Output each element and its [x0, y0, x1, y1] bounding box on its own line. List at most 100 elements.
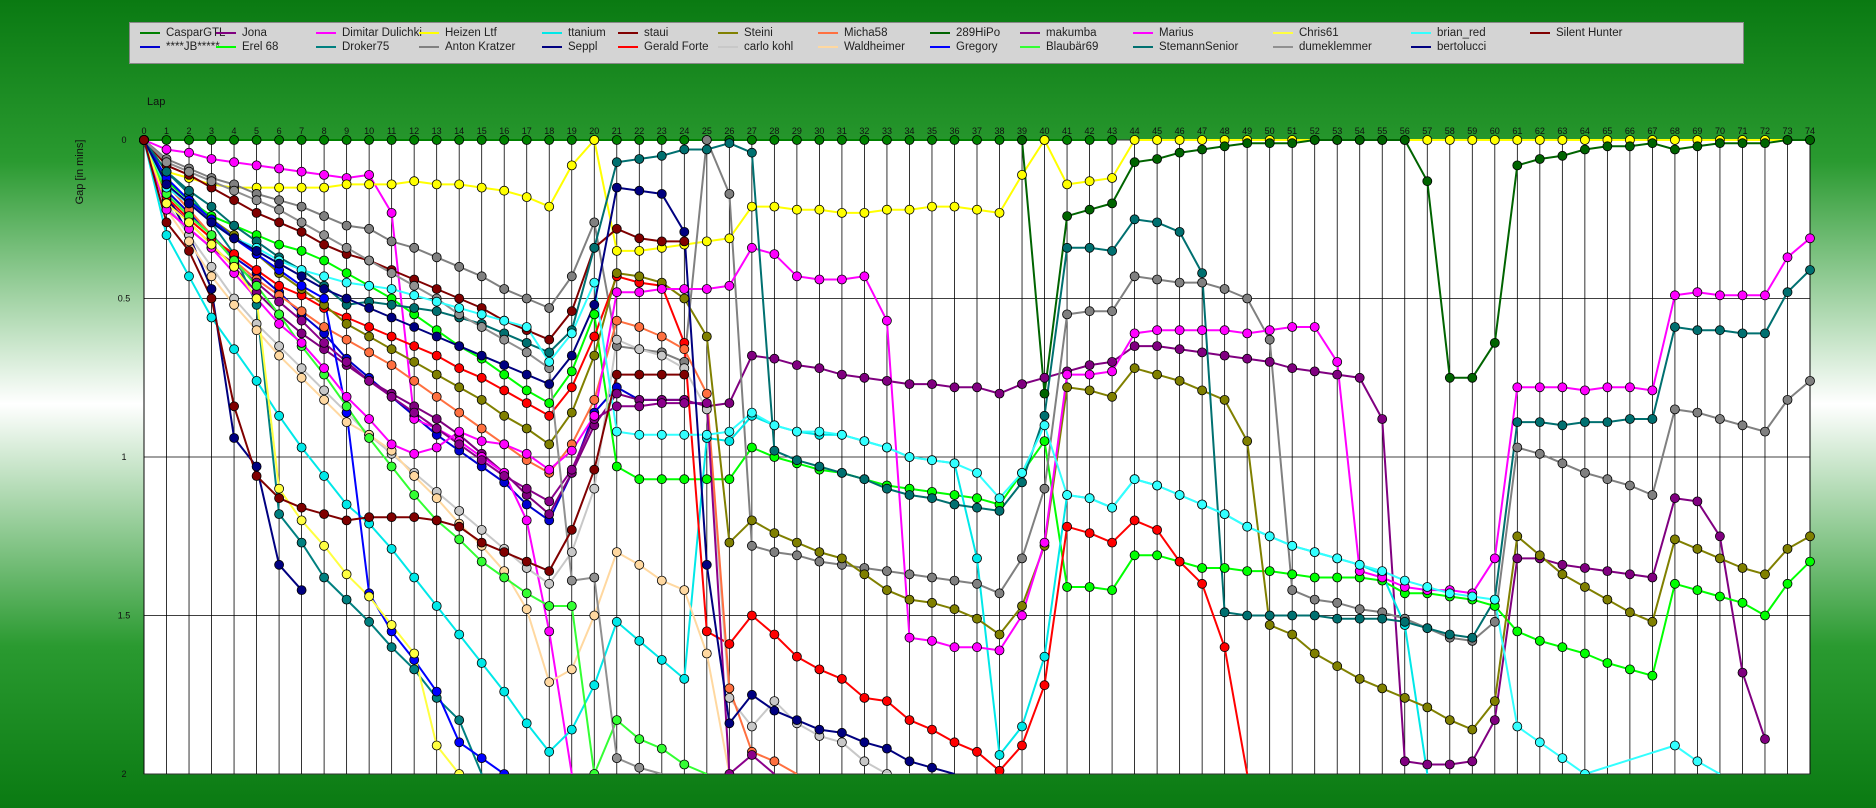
data-point-brian-red — [837, 429, 847, 440]
data-point-stemannsenior — [679, 144, 690, 155]
legend-label: Dimitar Dulichki — [342, 27, 422, 39]
data-point-erel-68 — [319, 255, 330, 266]
data-point-brian-red — [859, 436, 870, 447]
data-point-marius — [1489, 553, 1500, 564]
data-point-anton-kratzer — [747, 540, 757, 551]
data-point-jona — [1489, 715, 1500, 725]
legend-label: makumba — [1046, 27, 1097, 39]
data-point-silent-hunter — [229, 401, 240, 412]
data-point-anton-kratzer — [274, 195, 285, 206]
x-tick-label: 41 — [1062, 126, 1072, 136]
data-point-brian-red — [949, 458, 960, 469]
data-point-stemannsenior — [1647, 414, 1658, 424]
data-point-gerald-forte — [589, 331, 600, 342]
data-point-erel-68 — [701, 474, 712, 485]
data-point-anton-kratzer — [296, 201, 307, 212]
data-point-erel-68 — [1557, 642, 1568, 653]
x-tick-label: 4 — [232, 126, 237, 136]
data-point-marius — [837, 274, 847, 285]
data-point-stemannsenior — [747, 147, 757, 158]
data-point-marius — [1670, 290, 1680, 301]
data-point-dumeklemmer — [409, 280, 420, 291]
data-point-jona — [1760, 734, 1770, 744]
data-point-steini — [1760, 569, 1770, 580]
data-point-anton-kratzer — [1760, 426, 1770, 437]
data-point-brian-red — [1354, 559, 1365, 570]
data-point-anton-kratzer — [544, 303, 555, 313]
legend-label: StemannSenior — [1159, 41, 1239, 53]
data-point-erel-68 — [1670, 578, 1680, 589]
x-tick-labels: 0 1 2 3 4 5 6 7 8 9 10 11 12 13 14 15 16 17 18 19 20 21 22 23 24… — [141, 126, 1815, 136]
data-point-heizen-ltf — [409, 176, 420, 187]
data-point-heizen-ltf — [431, 179, 442, 190]
data-point-jona — [1354, 372, 1365, 383]
data-point-dimitar-dulichki — [544, 626, 555, 637]
data-point-bertolucci — [274, 258, 285, 269]
legend-label: Micha58 — [844, 27, 888, 39]
data-point-steini — [679, 293, 690, 304]
data-point-bertolucci — [229, 233, 240, 244]
x-tick-label: 57 — [1422, 126, 1432, 136]
data-point-dimitar-dulichki — [386, 207, 397, 218]
data-point-blaub-r69 — [634, 734, 645, 744]
data-point-gerald-forte — [972, 746, 982, 757]
data-point-jona — [792, 360, 802, 371]
legend-label: Gregory — [956, 41, 998, 53]
data-point-ttanium — [251, 375, 262, 386]
data-point-marius — [1152, 325, 1162, 336]
data-point-waldheimer — [229, 299, 240, 310]
data-point-stemannsenior — [724, 138, 735, 149]
data-point-jona — [296, 328, 307, 339]
data-point-dimitar-dulichki — [319, 169, 330, 180]
data-point-brian-red — [589, 277, 600, 288]
data-point-brian-red — [701, 429, 712, 440]
data-point-289hipo — [1017, 135, 1027, 145]
data-point-steini — [1602, 594, 1613, 605]
data-point-jona — [1152, 341, 1162, 352]
data-point-stemannsenior — [589, 242, 600, 253]
data-point-brian-red — [1580, 769, 1590, 774]
data-point-stemannsenior — [634, 154, 645, 164]
data-point-silent-hunter — [611, 369, 622, 380]
data-point-jona — [1242, 353, 1253, 364]
data-point-289hipo — [1039, 388, 1050, 399]
x-axis-label: Lap — [147, 96, 165, 108]
data-point-heizen-ltf — [386, 179, 397, 190]
data-point-steini — [949, 604, 960, 615]
data-point-erel-68 — [544, 398, 555, 409]
x-tick-label: 38 — [995, 126, 1005, 136]
data-point-caspargtl — [409, 135, 420, 145]
data-point-anton-kratzer — [1354, 604, 1365, 615]
data-point-steini — [634, 271, 645, 282]
data-point-stemannsenior — [994, 505, 1005, 516]
legend-label: Gerald Forte — [644, 41, 709, 53]
data-point-steini — [1422, 702, 1433, 713]
data-point-anton-kratzer — [814, 556, 825, 567]
data-point-erel-68 — [499, 369, 510, 380]
x-tick-label: 10 — [364, 126, 374, 136]
data-point-steini — [1782, 544, 1793, 554]
data-point-chris61 — [431, 740, 442, 751]
data-point-carlo-kohl — [589, 483, 600, 494]
data-point-brian-red — [1489, 594, 1500, 605]
data-point-stemannsenior — [701, 144, 712, 155]
data-point-erel-68 — [1332, 572, 1343, 583]
data-point-caspargtl — [274, 135, 285, 145]
data-point-stemannsenior — [521, 337, 532, 348]
legend-swatch — [216, 46, 236, 48]
data-point-steini — [476, 394, 487, 405]
data-point-stemannsenior — [1692, 325, 1703, 336]
legend-swatch — [718, 32, 738, 34]
data-point-makumba — [364, 375, 375, 386]
data-point-steini — [1557, 569, 1568, 580]
x-tick-label: 17 — [522, 126, 532, 136]
data-point-gerald-forte — [454, 363, 465, 374]
data-point-erel-68 — [679, 474, 690, 485]
data-point-steini — [611, 268, 622, 279]
data-point-erel-68 — [1534, 636, 1545, 646]
data-point-bertolucci — [656, 188, 667, 199]
data-point-dimitar-dulichki — [229, 157, 240, 168]
data-point-erel-68 — [949, 490, 960, 500]
data-point-dumeklemmer — [274, 204, 285, 215]
data-point-caspargtl — [206, 135, 217, 145]
